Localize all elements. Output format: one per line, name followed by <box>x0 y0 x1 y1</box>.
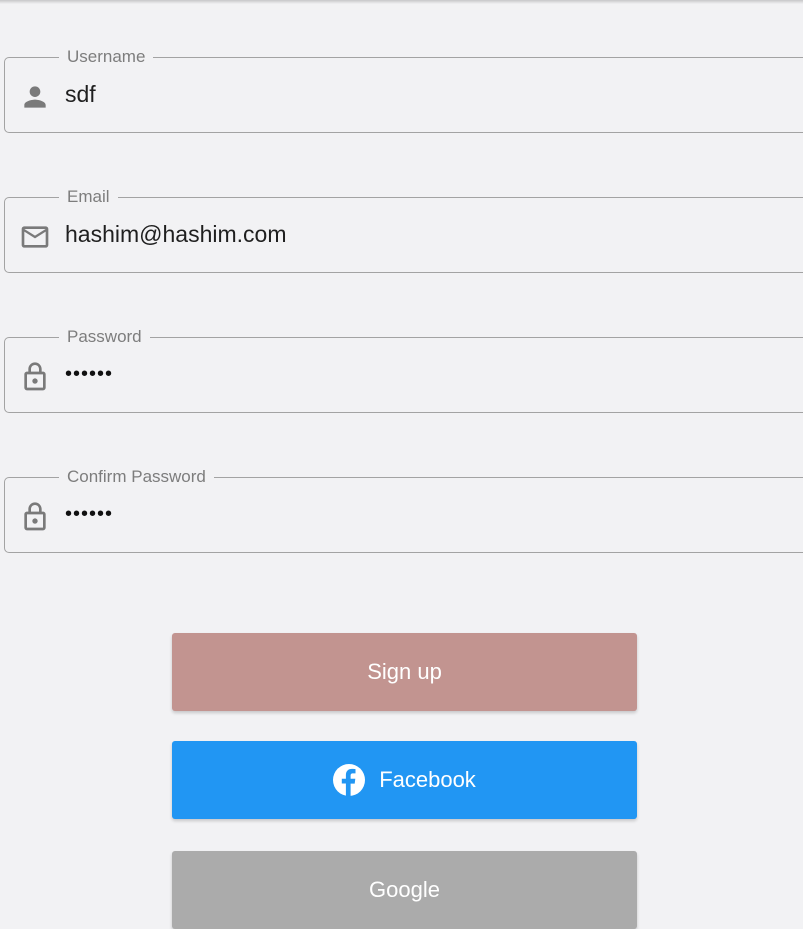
facebook-icon <box>333 764 366 796</box>
mail-icon <box>19 221 51 253</box>
google-button-label: Google <box>369 877 440 902</box>
lock-icon <box>19 361 51 393</box>
lock-icon <box>19 501 51 533</box>
signup-button[interactable]: Sign up <box>172 633 637 711</box>
email-field[interactable]: Email <box>4 187 803 273</box>
facebook-button-label: Facebook <box>379 767 476 792</box>
person-icon <box>19 81 51 113</box>
app-bar-shadow <box>0 0 803 4</box>
password-input[interactable] <box>65 357 765 391</box>
username-label: Username <box>59 47 154 67</box>
username-input[interactable] <box>65 77 765 111</box>
google-button[interactable]: Google <box>172 851 637 929</box>
email-input[interactable] <box>65 217 765 251</box>
username-field[interactable]: Username <box>4 47 803 133</box>
facebook-button[interactable]: Facebook <box>172 741 637 819</box>
confirm-password-input[interactable] <box>65 497 765 531</box>
email-label: Email <box>59 187 118 207</box>
confirm-password-label: Confirm Password <box>59 467 214 487</box>
signup-button-label: Sign up <box>367 659 442 684</box>
confirm-password-field[interactable]: Confirm Password <box>4 467 803 553</box>
password-label: Password <box>59 327 150 347</box>
password-field[interactable]: Password <box>4 327 803 413</box>
